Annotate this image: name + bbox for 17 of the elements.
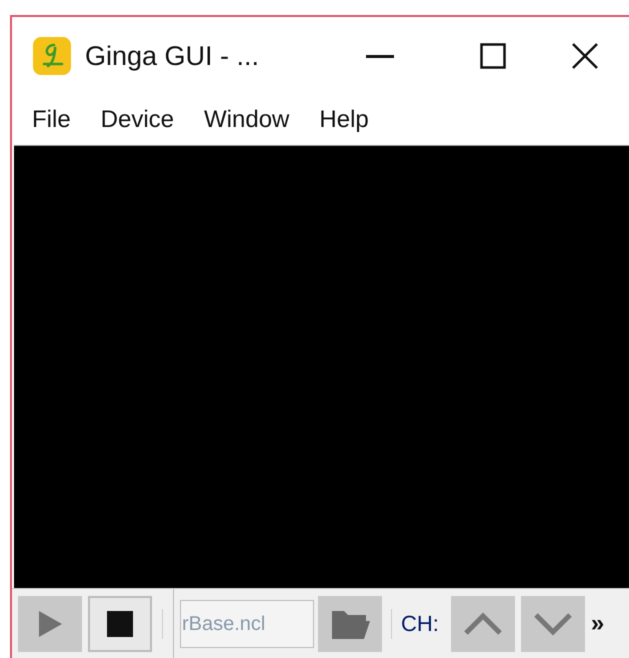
menu-item[interactable]: Help [309,102,379,138]
close-icon [571,42,599,70]
play-icon [37,610,63,638]
menu-item[interactable]: Window [194,102,300,138]
stop-button[interactable] [88,596,152,652]
chevron-down-icon [532,612,573,636]
menu-item[interactable]: File [22,102,81,138]
open-folder-button[interactable] [318,596,382,652]
stop-icon [107,610,133,636]
menu-item[interactable]: Device [90,102,184,138]
minimize-icon [366,54,394,58]
chevron-up-icon [462,612,503,636]
window-title: Ginga GUI - ... [85,40,260,73]
maximize-icon [480,43,506,69]
toolbar-overflow-button[interactable]: » [590,606,604,642]
app-logo-icon [32,36,72,76]
channel-label: CH: [401,610,439,638]
